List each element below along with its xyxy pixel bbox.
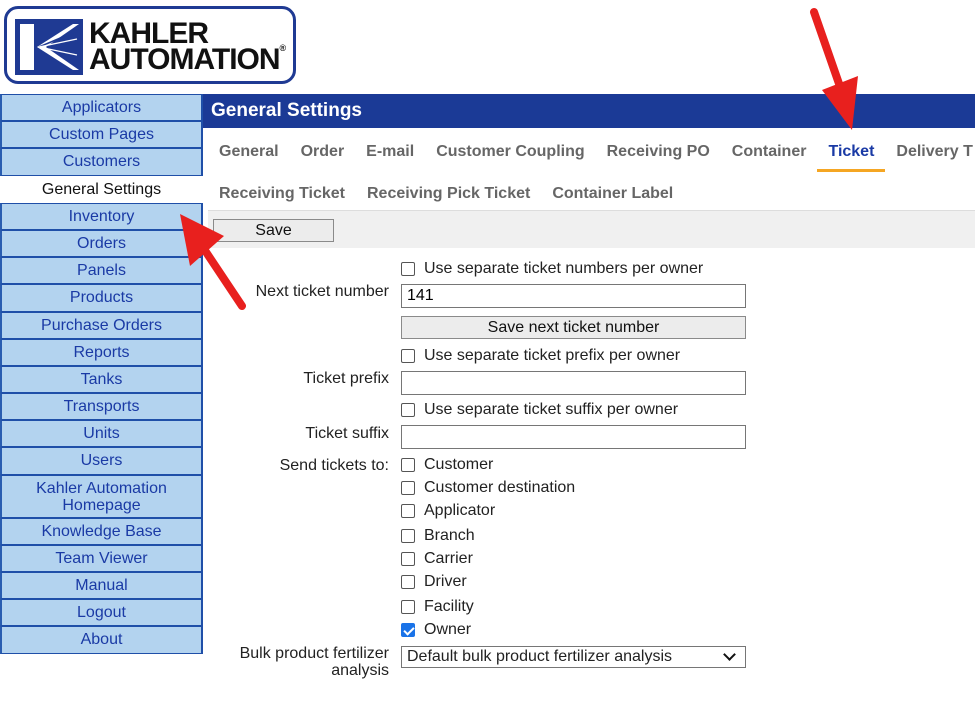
ticket-suffix-input[interactable] bbox=[401, 425, 746, 449]
sidebar-item-applicators[interactable]: Applicators bbox=[0, 94, 203, 122]
tab-delivery[interactable]: Delivery T bbox=[885, 138, 975, 170]
recipient-row: Branch bbox=[401, 526, 475, 546]
save-button[interactable]: Save bbox=[213, 219, 334, 242]
sidebar-item-about[interactable]: About bbox=[0, 626, 203, 654]
recipient-label: Applicator bbox=[424, 502, 496, 519]
tab-receiving-pick-ticket[interactable]: Receiving Pick Ticket bbox=[356, 180, 541, 212]
ticket-prefix-input[interactable] bbox=[401, 371, 746, 395]
sidebar-item-tanks[interactable]: Tanks bbox=[0, 365, 203, 394]
recipient-customer-checkbox[interactable] bbox=[401, 458, 415, 472]
bulk-analysis-select[interactable]: Default bulk product fertilizer analysis bbox=[401, 646, 746, 668]
sidebar-item-reports[interactable]: Reports bbox=[0, 338, 203, 366]
app-root: KAHLER AUTOMATION® Applicators Custom Pa… bbox=[0, 0, 975, 706]
tab-order[interactable]: Order bbox=[290, 138, 356, 170]
recipient-row: Applicator bbox=[401, 501, 495, 521]
recipient-branch-checkbox[interactable] bbox=[401, 529, 415, 543]
recipient-label: Branch bbox=[424, 527, 475, 544]
logo-line-2-text: AUTOMATION bbox=[89, 43, 281, 76]
page-title: General Settings bbox=[203, 94, 975, 128]
recipient-label: Owner bbox=[424, 621, 472, 638]
sidebar-item-manual[interactable]: Manual bbox=[0, 572, 203, 600]
sidebar-item-team-viewer[interactable]: Team Viewer bbox=[0, 544, 203, 572]
recipient-label: Customer bbox=[424, 456, 494, 473]
tab-receiving-ticket[interactable]: Receiving Ticket bbox=[208, 180, 356, 212]
next-ticket-input[interactable] bbox=[401, 284, 746, 308]
sidebar-nav: Applicators Custom Pages Customers Gener… bbox=[0, 94, 203, 654]
settings-tabs-row-1: General Order E-mail Customer Coupling R… bbox=[208, 138, 975, 172]
recipient-row: Carrier bbox=[401, 549, 473, 569]
sidebar-item-logout[interactable]: Logout bbox=[0, 599, 203, 627]
recipient-label: Driver bbox=[424, 573, 467, 590]
sep-prefix-row: Use separate ticket prefix per owner bbox=[401, 346, 680, 366]
sidebar-item-purchase-orders[interactable]: Purchase Orders bbox=[0, 311, 203, 339]
sep-suffix-row: Use separate ticket suffix per owner bbox=[401, 400, 678, 420]
recipient-carrier-checkbox[interactable] bbox=[401, 552, 415, 566]
logo-line-2: AUTOMATION® bbox=[89, 43, 287, 77]
recipient-driver-checkbox[interactable] bbox=[401, 575, 415, 589]
recipient-applicator-checkbox[interactable] bbox=[401, 504, 415, 518]
sep-suffix-label: Use separate ticket suffix per owner bbox=[424, 401, 679, 418]
sidebar-item-users[interactable]: Users bbox=[0, 447, 203, 475]
recipient-row: Customer bbox=[401, 455, 493, 475]
bulk-analysis-label-line-2: analysis bbox=[331, 662, 389, 679]
recipient-row: Customer destination bbox=[401, 478, 575, 498]
sidebar-item-panels[interactable]: Panels bbox=[0, 257, 203, 285]
settings-tabs-row-2: Receiving Ticket Receiving Pick Ticket C… bbox=[208, 180, 684, 212]
recipient-row: Owner bbox=[401, 620, 471, 640]
sidebar-item-general-settings[interactable]: General Settings bbox=[0, 175, 203, 203]
sidebar-item-knowledge-base[interactable]: Knowledge Base bbox=[0, 517, 203, 545]
recipient-row: Facility bbox=[401, 597, 474, 617]
recipient-row: Driver bbox=[401, 572, 467, 592]
sidebar-item-customers[interactable]: Customers bbox=[0, 148, 203, 176]
kahler-logo: KAHLER AUTOMATION® bbox=[4, 6, 296, 84]
send-tickets-to-label: Send tickets to: bbox=[279, 457, 389, 474]
recipient-facility-checkbox[interactable] bbox=[401, 600, 415, 614]
sep-numbers-checkbox[interactable] bbox=[401, 262, 415, 276]
sep-prefix-label: Use separate ticket prefix per owner bbox=[424, 347, 681, 364]
chevron-down-icon bbox=[723, 648, 736, 661]
sidebar-item-orders[interactable]: Orders bbox=[0, 229, 203, 258]
save-next-ticket-button[interactable]: Save next ticket number bbox=[401, 316, 746, 339]
sidebar-item-kahler-homepage[interactable]: Kahler Automation Homepage bbox=[0, 474, 203, 518]
tab-customer-coupling[interactable]: Customer Coupling bbox=[425, 138, 595, 170]
sep-numbers-label: Use separate ticket numbers per owner bbox=[424, 260, 704, 277]
kahler-logo-mark-icon bbox=[15, 19, 83, 75]
bulk-analysis-selected-value: Default bulk product fertilizer analysis bbox=[407, 648, 673, 665]
recipient-owner-checkbox[interactable] bbox=[401, 623, 415, 637]
sep-prefix-checkbox[interactable] bbox=[401, 349, 415, 363]
tab-container[interactable]: Container bbox=[721, 138, 818, 170]
tab-receiving-po[interactable]: Receiving PO bbox=[596, 138, 721, 170]
tab-container-label[interactable]: Container Label bbox=[541, 180, 684, 212]
sidebar-item-transports[interactable]: Transports bbox=[0, 393, 203, 421]
sidebar-item-inventory[interactable]: Inventory bbox=[0, 202, 203, 230]
recipient-customer-destination-checkbox[interactable] bbox=[401, 481, 415, 495]
sidebar-item-custom-pages[interactable]: Custom Pages bbox=[0, 121, 203, 149]
sidebar-item-units[interactable]: Units bbox=[0, 420, 203, 448]
tab-email[interactable]: E-mail bbox=[355, 138, 425, 170]
bulk-analysis-label-line-1: Bulk product fertilizer bbox=[239, 645, 389, 662]
recipient-label: Carrier bbox=[424, 550, 473, 567]
ticket-suffix-label: Ticket suffix bbox=[305, 425, 389, 442]
bulk-analysis-label: Bulk product fertilizer analysis bbox=[220, 645, 389, 679]
sidebar-item-products[interactable]: Products bbox=[0, 284, 203, 312]
registered-mark: ® bbox=[279, 43, 287, 53]
sep-numbers-row: Use separate ticket numbers per owner bbox=[401, 259, 703, 279]
recipient-label: Customer destination bbox=[424, 479, 576, 496]
next-ticket-label: Next ticket number bbox=[255, 283, 389, 300]
tab-ticket[interactable]: Ticket bbox=[817, 138, 886, 172]
ticket-prefix-label: Ticket prefix bbox=[303, 370, 389, 387]
toolbar: Save bbox=[208, 210, 975, 248]
sep-suffix-checkbox[interactable] bbox=[401, 403, 415, 417]
recipient-label: Facility bbox=[424, 598, 474, 615]
tab-general[interactable]: General bbox=[208, 138, 290, 170]
